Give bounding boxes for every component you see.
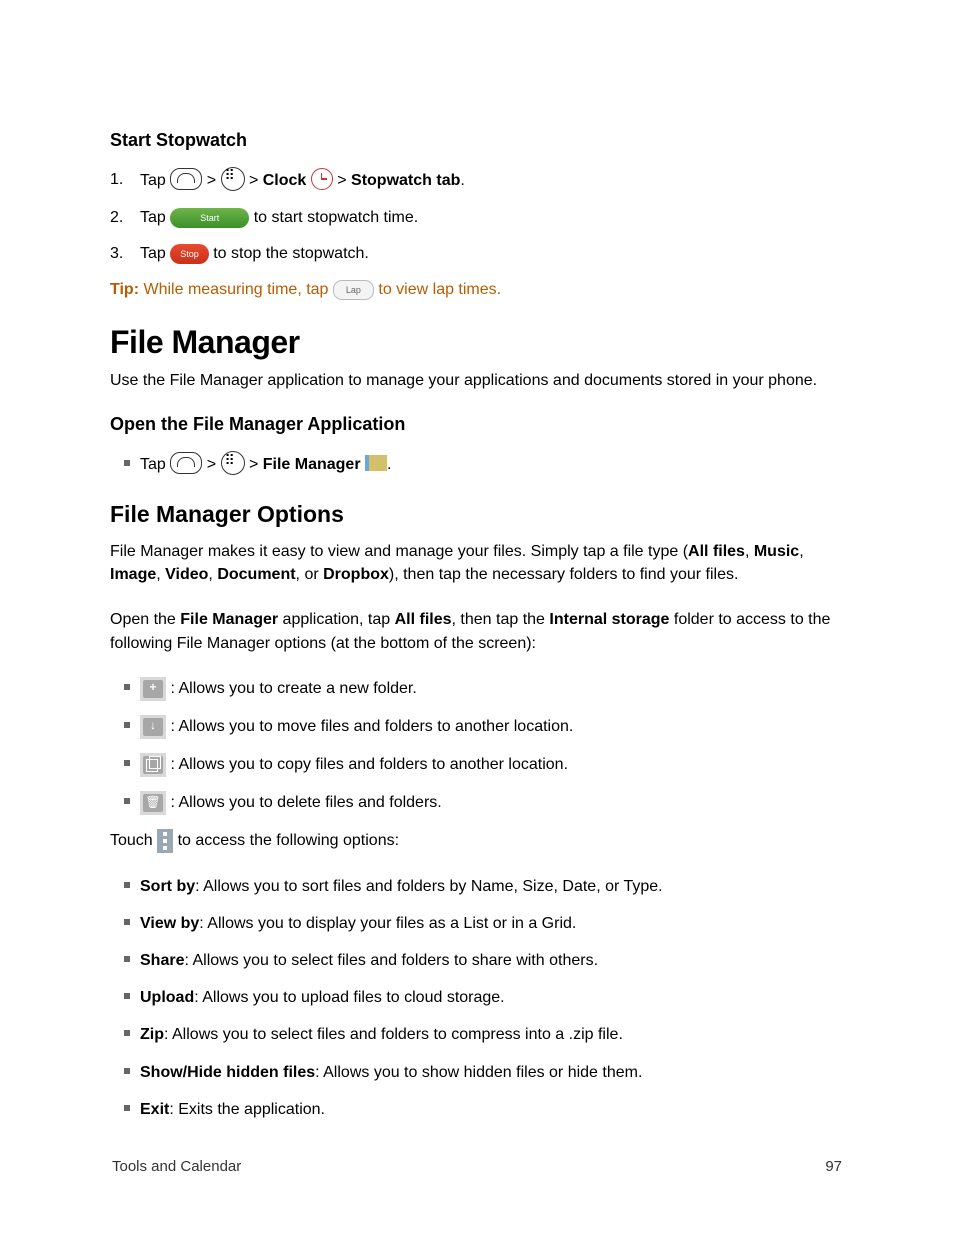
stopwatch-tab-label: Stopwatch tab (351, 172, 460, 189)
menu-item-desc: : Allows you to select files and folders… (164, 1026, 623, 1043)
apps-icon (221, 451, 245, 475)
footer-section-title: Tools and Calendar (112, 1158, 241, 1175)
step2-pre: Tap (140, 209, 166, 226)
list-item: Sort by: Allows you to sort files and fo… (110, 875, 844, 898)
fm-options-p2: Open the File Manager application, tap A… (110, 608, 844, 654)
list-item: Upload: Allows you to upload files to cl… (110, 986, 844, 1009)
menu-dots-icon (157, 829, 173, 853)
list-item: Exit: Exits the application. (110, 1098, 844, 1121)
step3-post: to stop the stopwatch. (213, 245, 369, 262)
menu-item-label: Show/Hide hidden files (140, 1064, 315, 1081)
step2-post: to start stopwatch time. (254, 209, 419, 226)
menu-item-desc: : Allows you to sort files and folders b… (195, 878, 662, 895)
menu-item-desc: : Exits the application. (169, 1101, 325, 1118)
step3-pre: Tap (140, 245, 166, 262)
delete-icon (140, 791, 166, 815)
menu-item-label: Share (140, 952, 184, 969)
list-item: : Allows you to move files and folders t… (110, 715, 844, 739)
menu-item-desc: : Allows you to upload files to cloud st… (194, 989, 504, 1006)
menu-item-desc: : Allows you to display your files as a … (199, 915, 576, 932)
clock-label: Clock (263, 172, 307, 189)
menu-item-desc: : Allows you to select files and folders… (184, 952, 598, 969)
fm-options-heading: File Manager Options (110, 501, 844, 528)
list-item: Zip: Allows you to select files and fold… (110, 1023, 844, 1046)
copy-icon (140, 753, 166, 777)
list-item: : Allows you to create a new folder. (110, 677, 844, 701)
list-item: Show/Hide hidden files: Allows you to sh… (110, 1061, 844, 1084)
tip-line: Tip: While measuring time, tap Lap to vi… (110, 280, 844, 300)
apps-icon (221, 167, 245, 191)
stopwatch-steps: 1. Tap > > Clock > Stopwatch tab. 2. Tap… (110, 169, 844, 266)
sep: > (337, 172, 346, 189)
sep: > (207, 456, 216, 473)
menu-item-label: Zip (140, 1026, 164, 1043)
list-item: Share: Allows you to select files and fo… (110, 949, 844, 972)
sep: > (249, 172, 258, 189)
step-3: 3. Tap Stop to stop the stopwatch. (110, 243, 844, 265)
fm-intro: Use the File Manager application to mana… (110, 369, 844, 392)
menu-options-list: Sort by: Allows you to sort files and fo… (110, 875, 844, 1121)
start-stopwatch-heading: Start Stopwatch (110, 130, 844, 151)
start-button-icon: Start (170, 208, 249, 228)
fm-label: File Manager (263, 456, 361, 473)
sep: > (207, 172, 216, 189)
open-step-pre: Tap (140, 456, 166, 473)
menu-item-label: View by (140, 915, 199, 932)
step1-pre: Tap (140, 172, 166, 189)
icon-options-list: : Allows you to create a new folder. : A… (110, 677, 844, 815)
file-manager-heading: File Manager (110, 324, 844, 361)
tip-pre: While measuring time, tap (143, 281, 328, 298)
open-fm-step: Tap > > File Manager . (110, 453, 844, 477)
folder-icon (365, 455, 387, 471)
menu-item-label: Sort by (140, 878, 195, 895)
move-icon (140, 715, 166, 739)
step-2: 2. Tap Start to start stopwatch time. (110, 207, 844, 229)
step-1: 1. Tap > > Clock > Stopwatch tab. (110, 169, 844, 193)
stop-button-icon: Stop (170, 244, 209, 264)
clock-icon (311, 168, 333, 190)
menu-item-desc: : Allows you to show hidden files or hid… (315, 1064, 642, 1081)
list-item: View by: Allows you to display your file… (110, 912, 844, 935)
page-number: 97 (825, 1158, 842, 1175)
sep: > (249, 456, 258, 473)
new-folder-icon (140, 677, 166, 701)
menu-item-label: Upload (140, 989, 194, 1006)
list-item: : Allows you to copy files and folders t… (110, 753, 844, 777)
open-fm-heading: Open the File Manager Application (110, 414, 844, 435)
lap-button-icon: Lap (333, 280, 374, 300)
home-icon (170, 168, 202, 190)
menu-item-label: Exit (140, 1101, 169, 1118)
list-item: : Allows you to delete files and folders… (110, 791, 844, 815)
home-icon (170, 452, 202, 474)
touch-menu-line: Touch to access the following options: (110, 829, 844, 853)
fm-options-p1: File Manager makes it easy to view and m… (110, 540, 844, 586)
tip-label: Tip: (110, 281, 139, 298)
tip-post: to view lap times. (378, 281, 501, 298)
